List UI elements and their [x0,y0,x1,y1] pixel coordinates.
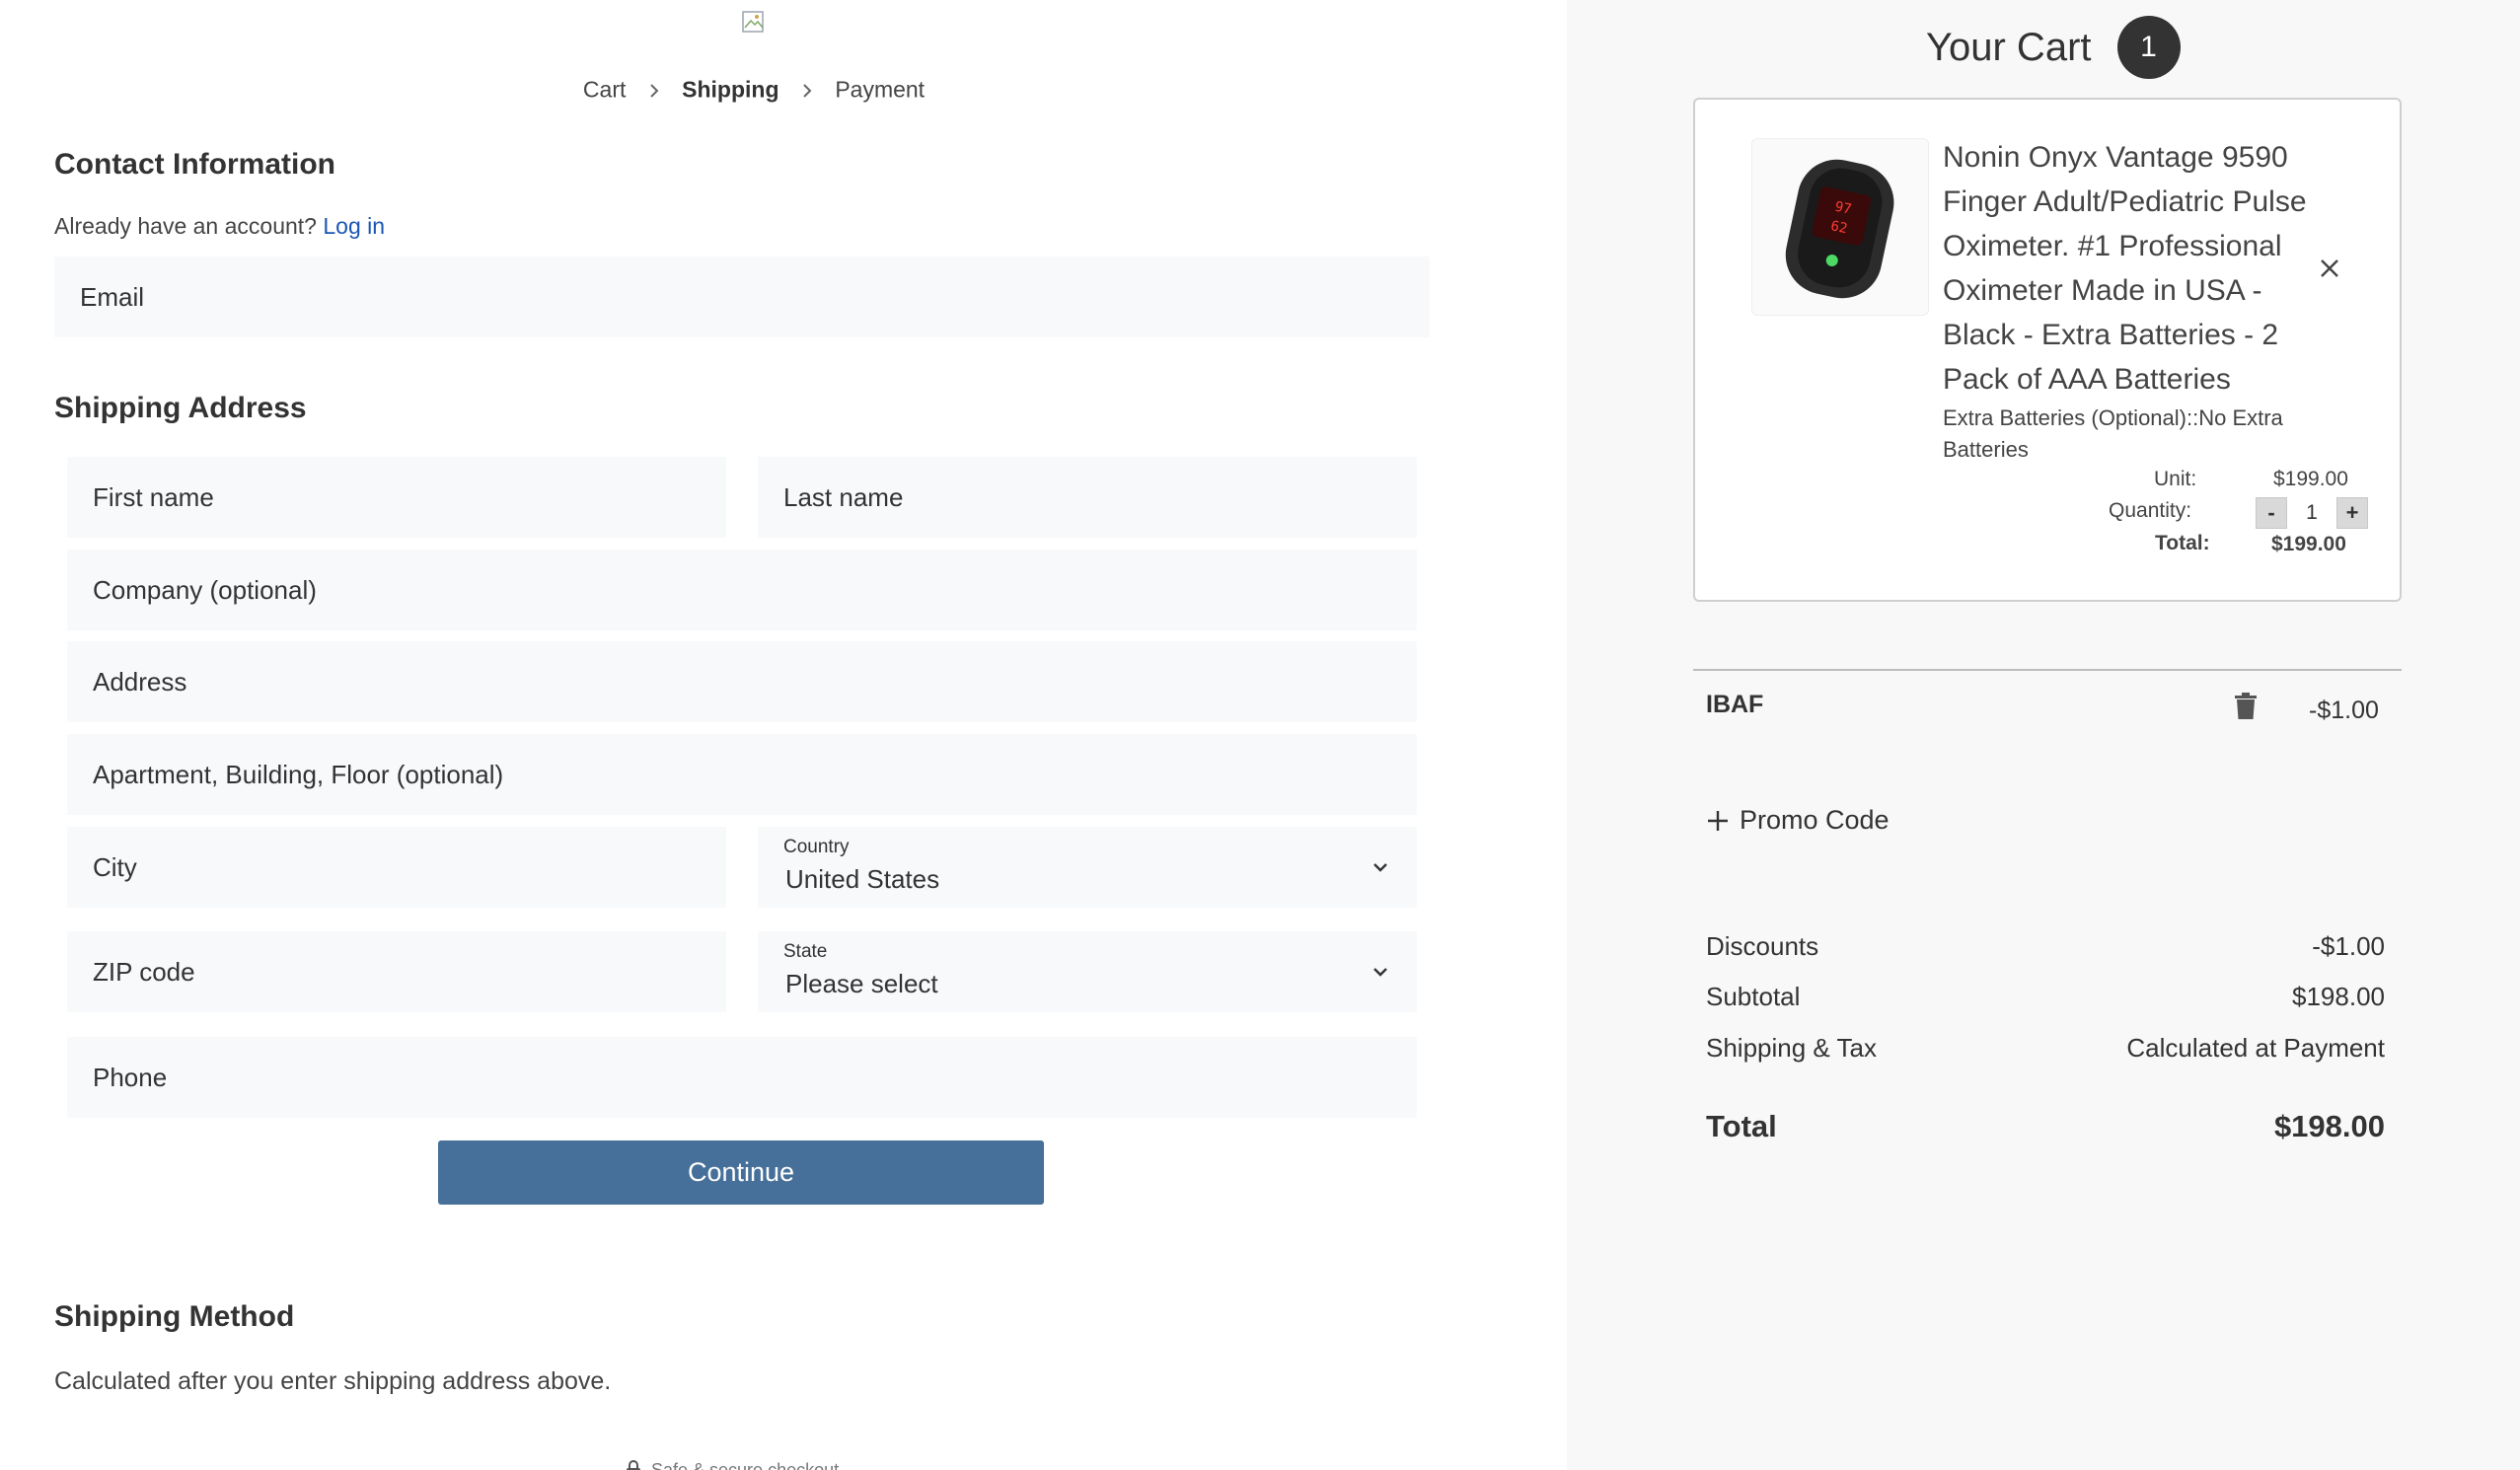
shipping-method-note: Calculated after you enter shipping addr… [54,1367,612,1395]
quantity-value[interactable]: 1 [2287,497,2336,529]
cart-count-badge: 1 [2116,16,2181,79]
city-input[interactable] [93,827,726,908]
product-image: 97 62 [1751,138,1929,316]
discounts-label: Discounts [1706,931,1819,961]
breadcrumb: Cart Shipping Payment [0,75,1508,103]
cart-title: Your Cart [1926,25,2092,69]
cart-header: Your Cart 1 [1926,16,2181,79]
lock-icon [627,1460,640,1470]
promo-code-label: Promo Code [1740,805,1890,835]
quantity-label: Quantity: [2109,499,2192,522]
trash-icon[interactable] [2234,693,2258,720]
zip-field[interactable] [67,931,726,1012]
breadcrumb-payment: Payment [835,76,926,103]
state-label: State [783,941,828,962]
item-total-label: Total: [2155,532,2210,554]
shipping-address-title: Shipping Address [54,392,307,424]
company-input[interactable] [93,550,1417,630]
unit-price: $199.00 [2273,468,2348,490]
account-prompt: Already have an account? Log in [54,213,385,240]
shipping-tax-label: Shipping & Tax [1706,1033,1877,1063]
country-label: Country [783,837,850,857]
chevron-right-icon [644,80,664,100]
account-prompt-text: Already have an account? [54,213,317,239]
phone-field[interactable] [67,1037,1417,1118]
product-variant: Extra Batteries (Optional)::No Extra Bat… [1943,405,2283,462]
quantity-increase-button[interactable]: + [2336,497,2368,529]
grand-total-row: Total $198.00 [1706,1109,2385,1144]
shipping-method-title: Shipping Method [54,1300,295,1333]
subtotal-label: Subtotal [1706,982,1801,1011]
email-field[interactable] [54,257,1430,337]
promo-amount: -$1.00 [2309,697,2379,724]
chevron-down-icon [1370,961,1391,983]
first-name-input[interactable] [93,457,726,538]
secure-checkout: Safe & secure checkout [624,1458,839,1470]
zip-input[interactable] [93,931,726,1012]
checkout-form-panel: Cart Shipping Payment Contact Informatio… [0,0,1567,1470]
discounts-row: Discounts -$1.00 [1706,931,2385,962]
quantity-decrease-button[interactable]: - [2256,497,2287,529]
plus-icon [1708,810,1728,831]
state-value: Please select [785,969,938,998]
cart-item-card: 97 62 Nonin Onyx Vantage 9590 Finger Adu… [1693,98,2402,602]
login-link[interactable]: Log in [323,213,385,239]
grand-total-value: $198.00 [2273,1109,2385,1143]
last-name-field[interactable] [758,457,1417,538]
quantity-stepper: - 1 + [2256,497,2368,529]
company-field[interactable] [67,550,1417,630]
product-name: Nonin Onyx Vantage 9590 Finger Adult/Ped… [1943,141,2307,396]
divider [1693,669,2402,671]
applied-promo-code: IBAF [1706,691,1764,718]
shipping-tax-row: Shipping & Tax Calculated at Payment [1706,1033,2385,1064]
address-field[interactable] [67,641,1417,722]
subtotal-value: $198.00 [2292,982,2385,1011]
subtotal-row: Subtotal $198.00 [1706,982,2385,1012]
chevron-right-icon [797,80,817,100]
secure-text: Safe & secure checkout [651,1459,840,1470]
item-total: $199.00 [2271,533,2346,555]
chevron-down-icon [1370,856,1391,878]
email-input[interactable] [80,257,1430,337]
breadcrumb-cart[interactable]: Cart [583,76,626,102]
apartment-field[interactable] [67,734,1417,815]
broken-image-icon [741,10,767,36]
unit-label: Unit: [2154,468,2197,490]
add-promo-code-button[interactable]: Promo Code [1706,805,1890,836]
shipping-tax-value: Calculated at Payment [2126,1033,2385,1063]
city-field[interactable] [67,827,726,908]
discounts-value: -$1.00 [2312,931,2385,961]
first-name-field[interactable] [67,457,726,538]
close-icon[interactable] [2317,256,2342,281]
breadcrumb-shipping: Shipping [682,76,779,103]
country-select[interactable]: Country United States [758,827,1417,908]
address-input[interactable] [93,641,1417,722]
country-value: United States [785,864,940,894]
last-name-input[interactable] [783,457,1417,538]
state-select[interactable]: State Please select [758,931,1417,1012]
cart-panel: Your Cart 1 97 62 Nonin Onyx Vantage 959… [1567,0,2520,1470]
continue-button[interactable]: Continue [438,1140,1044,1205]
contact-title: Contact Information [54,148,335,181]
phone-input[interactable] [93,1037,1417,1118]
grand-total-label: Total [1706,1109,1777,1143]
apartment-input[interactable] [93,734,1417,815]
